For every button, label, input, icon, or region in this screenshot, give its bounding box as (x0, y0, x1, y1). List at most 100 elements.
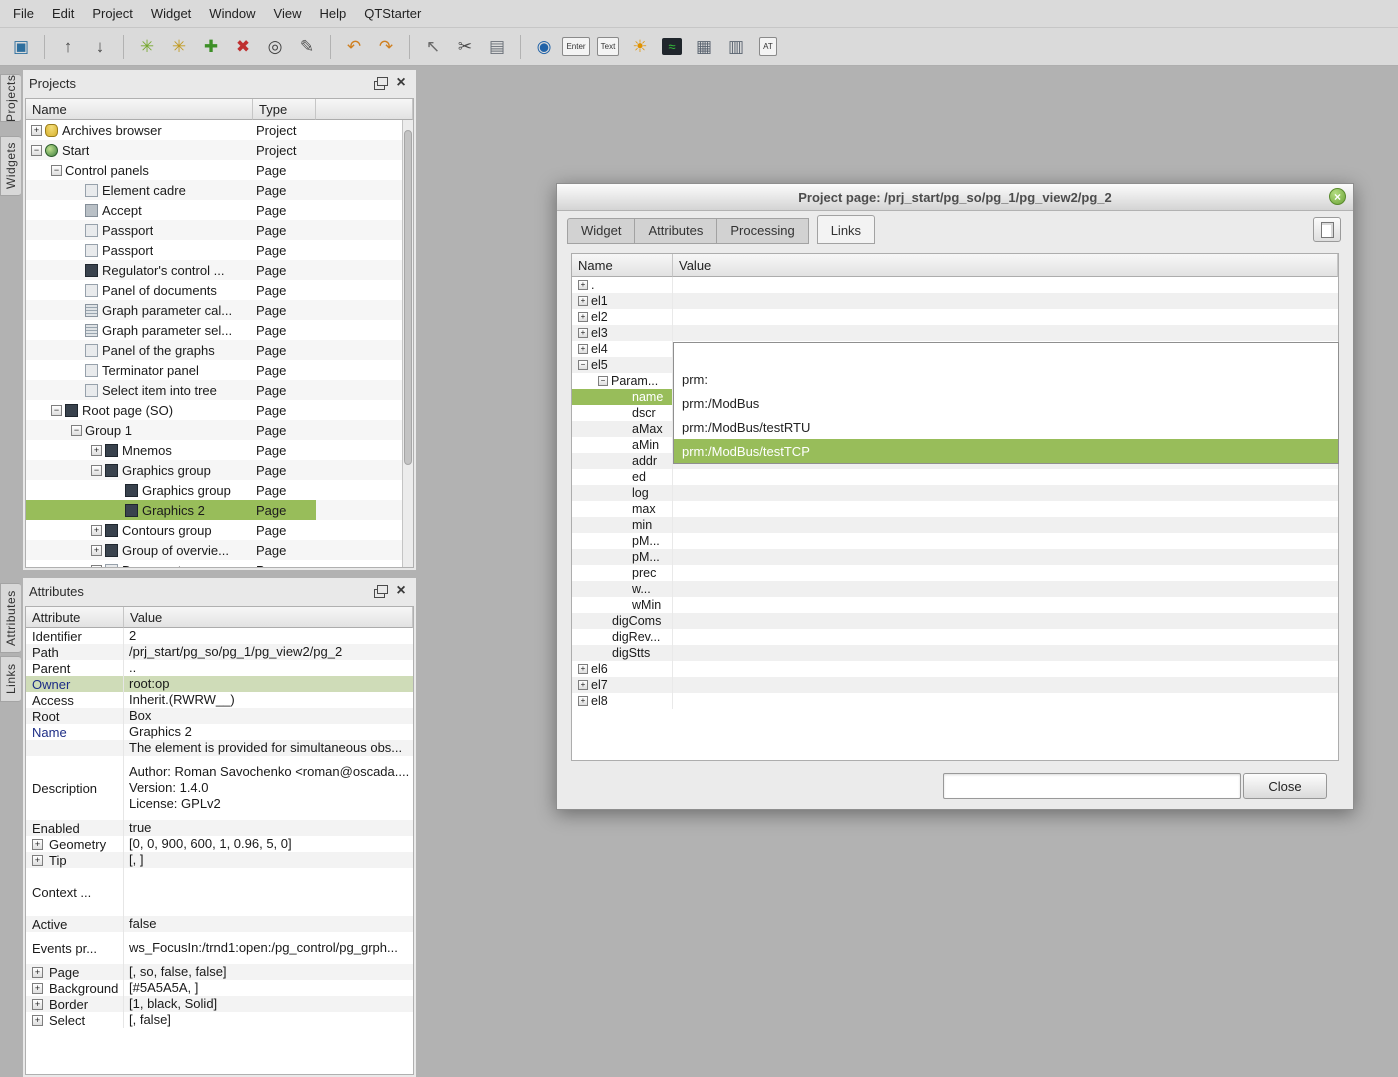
link-collapse-icon[interactable]: − (578, 360, 588, 370)
dock-tab-attributes[interactable]: Attributes (0, 583, 21, 653)
column-header-value[interactable]: Value (673, 254, 1338, 277)
link-row[interactable]: pM... (572, 549, 1338, 565)
save-icon[interactable]: ↓ (85, 32, 115, 62)
link-row[interactable]: wMin (572, 597, 1338, 613)
tree-collapse-icon[interactable]: − (71, 425, 82, 436)
redo-icon[interactable]: ↷ (371, 32, 401, 62)
attribute-row[interactable]: Identifier2 (26, 628, 413, 644)
tree-row[interactable]: −Graphics groupPage (26, 460, 413, 480)
link-expand-icon[interactable]: + (578, 312, 588, 322)
link-expand-icon[interactable]: + (578, 664, 588, 674)
document-widget-icon[interactable]: ▥ (721, 32, 751, 62)
menu-item-edit[interactable]: Edit (43, 1, 83, 26)
tree-row[interactable]: Graph parameter cal...Page (26, 300, 413, 320)
tree-row[interactable]: Panel of documentsPage (26, 280, 413, 300)
dialog-titlebar[interactable]: Project page: /prj_start/pg_so/pg_1/pg_v… (557, 184, 1353, 211)
column-header-type[interactable]: Type (253, 99, 316, 120)
tree-row[interactable]: −Root page (SO)Page (26, 400, 413, 420)
tree-expand-icon[interactable]: + (91, 445, 102, 456)
run-project-icon[interactable]: ▣ (6, 32, 36, 62)
add-widget-icon[interactable]: ✚ (196, 32, 226, 62)
tree-row[interactable]: Graph parameter sel...Page (26, 320, 413, 340)
diagram-widget-icon[interactable]: ≈ (657, 32, 687, 62)
link-expand-icon[interactable]: + (578, 296, 588, 306)
menu-item-view[interactable]: View (265, 1, 311, 26)
view-widget-icon[interactable]: ◎ (260, 32, 290, 62)
attribute-row[interactable]: Enabledtrue (26, 820, 413, 836)
cursor-icon[interactable]: ↖ (418, 32, 448, 62)
edit-widget-icon[interactable]: ✎ (292, 32, 322, 62)
tree-row[interactable]: Select item into treePage (26, 380, 413, 400)
link-row[interactable]: +. (572, 277, 1338, 293)
attribute-row[interactable]: +Geometry[0, 0, 900, 600, 1, 0.96, 5, 0] (26, 836, 413, 852)
menu-item-window[interactable]: Window (200, 1, 264, 26)
tree-row[interactable]: PassportPage (26, 240, 413, 260)
link-row[interactable]: digStts (572, 645, 1338, 661)
attribute-expand-icon[interactable]: + (32, 839, 43, 850)
attribute-row[interactable]: +Tip[, ] (26, 852, 413, 868)
projects-scrollbar[interactable] (402, 120, 413, 567)
tab-links[interactable]: Links (817, 215, 875, 244)
attribute-expand-icon[interactable]: + (32, 855, 43, 866)
link-expand-icon[interactable]: + (578, 344, 588, 354)
attribute-row[interactable]: Parent.. (26, 660, 413, 676)
paste-icon[interactable]: ▤ (482, 32, 512, 62)
tree-row[interactable]: Panel of the graphsPage (26, 340, 413, 360)
attribute-row[interactable]: +Border[1, black, Solid] (26, 996, 413, 1012)
dropdown-item[interactable]: prm:/ModBus/testTCP (674, 439, 1338, 463)
menu-item-help[interactable]: Help (311, 1, 356, 26)
tree-row[interactable]: +Group of overvie...Page (26, 540, 413, 560)
cut-icon[interactable]: ✂ (450, 32, 480, 62)
dock-tab-links[interactable]: Links (0, 656, 21, 702)
tab-attributes[interactable]: Attributes (635, 218, 717, 244)
column-header-attribute[interactable]: Attribute (26, 607, 124, 628)
tree-row[interactable]: Terminator panelPage (26, 360, 413, 380)
link-row[interactable]: +el8 (572, 693, 1338, 709)
link-row[interactable]: +el7 (572, 677, 1338, 693)
tree-row[interactable]: +Archives browserProject (26, 120, 413, 140)
attribute-row[interactable]: Ownerroot:op (26, 676, 413, 692)
tree-row[interactable]: −Control panelsPage (26, 160, 413, 180)
tree-expand-icon[interactable]: + (91, 525, 102, 536)
dropdown-item[interactable]: prm:/ModBus (674, 391, 1338, 415)
attribute-row[interactable]: The element is provided for simultaneous… (26, 740, 413, 756)
menu-item-project[interactable]: Project (83, 1, 141, 26)
function-widget-icon[interactable]: AT (753, 32, 783, 62)
new-container-icon[interactable]: ✳ (164, 32, 194, 62)
tree-expand-icon[interactable]: + (91, 565, 102, 568)
attribute-row[interactable]: +Select[, false] (26, 1012, 413, 1028)
elfigure-widget-icon[interactable]: ◉ (529, 32, 559, 62)
link-expand-icon[interactable]: + (578, 696, 588, 706)
dock-tab-widgets[interactable]: Widgets (0, 136, 21, 196)
column-header-name[interactable]: Name (572, 254, 673, 277)
tab-widget[interactable]: Widget (567, 218, 635, 244)
tree-row[interactable]: +Contours groupPage (26, 520, 413, 540)
link-row[interactable]: +el6 (572, 661, 1338, 677)
menu-item-qtstarter[interactable]: QTStarter (355, 1, 430, 26)
undo-icon[interactable]: ↶ (339, 32, 369, 62)
attribute-row[interactable]: NameGraphics 2 (26, 724, 413, 740)
link-expand-icon[interactable]: + (578, 680, 588, 690)
link-collapse-icon[interactable]: − (598, 376, 608, 386)
tree-row[interactable]: +MnemosPage (26, 440, 413, 460)
new-widget-icon[interactable]: ✳ (132, 32, 162, 62)
attribute-expand-icon[interactable]: + (32, 1015, 43, 1026)
tree-collapse-icon[interactable]: − (51, 165, 62, 176)
attribute-row[interactable]: RootBox (26, 708, 413, 724)
link-row[interactable]: ed (572, 469, 1338, 485)
link-row[interactable]: log (572, 485, 1338, 501)
attribute-row[interactable]: Context ... (26, 868, 413, 916)
media-widget-icon[interactable]: ☀ (625, 32, 655, 62)
link-row[interactable]: min (572, 517, 1338, 533)
attribute-row[interactable]: DescriptionAuthor: Roman Savochenko <rom… (26, 756, 413, 820)
tree-collapse-icon[interactable]: − (31, 145, 42, 156)
attribute-row[interactable]: Events pr...ws_FocusIn:/trnd1:open:/pg_c… (26, 932, 413, 964)
link-row[interactable]: max (572, 501, 1338, 517)
attribute-expand-icon[interactable]: + (32, 967, 43, 978)
protocol-widget-icon[interactable]: ▦ (689, 32, 719, 62)
close-panel-button[interactable] (392, 582, 410, 600)
dropdown-item[interactable]: prm: (674, 367, 1338, 391)
link-expand-icon[interactable]: + (578, 328, 588, 338)
link-value-input[interactable] (943, 773, 1241, 799)
tree-collapse-icon[interactable]: − (91, 465, 102, 476)
